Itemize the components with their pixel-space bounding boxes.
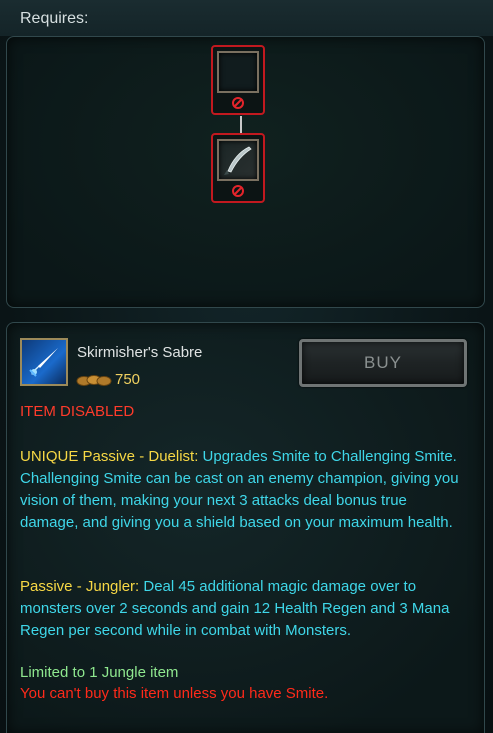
limited-notice: Limited to 1 Jungle item [20,664,179,681]
blue-sword-icon [20,338,68,386]
item-cost: 750 [115,371,141,388]
requires-title: Requires: [20,10,89,27]
passive-duelist-title: UNIQUE Passive - Duelist: [20,448,199,465]
item-shop-tooltip: Requires: Skirmisher's Sabre 750 BUY ITE… [0,0,493,733]
tree-connector-line [240,116,242,133]
required-item-slot-sabre[interactable] [211,133,265,203]
sabre-icon [217,139,259,181]
required-item-slot-empty[interactable] [211,45,265,115]
gold-coins-icon [76,375,112,386]
item-name: Skirmisher's Sabre [77,344,203,361]
item-disabled-label: ITEM DISABLED [20,403,135,420]
empty-slot-icon [217,51,259,93]
passive-jungler-description: Passive - Jungler: Deal 45 additional ma… [20,576,460,642]
requires-header: Requires: [0,0,493,36]
buy-button[interactable]: BUY [299,339,467,387]
ban-icon [232,97,244,109]
passive-jungler-title: Passive - Jungler: [20,578,140,595]
ban-icon [232,185,244,197]
smite-required-warning: You can't buy this item unless you have … [20,685,329,702]
passive-duelist-description: UNIQUE Passive - Duelist: Upgrades Smite… [20,446,460,534]
